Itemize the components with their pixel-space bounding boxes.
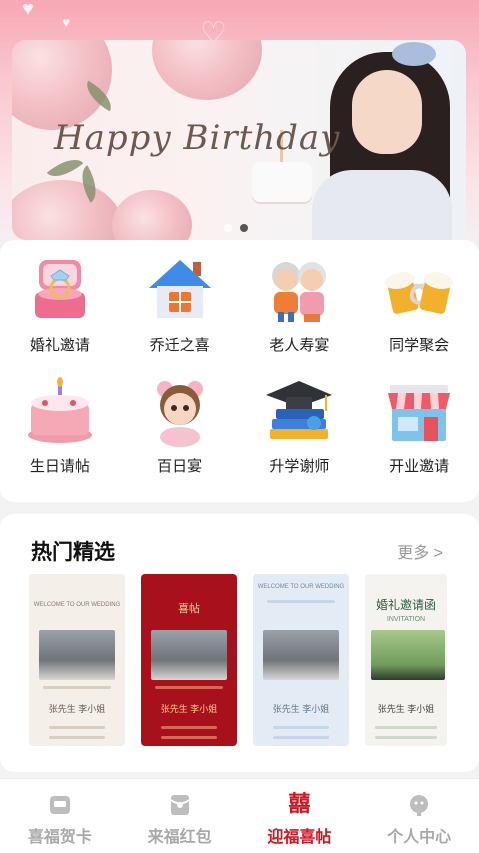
card-icon xyxy=(48,793,72,817)
template-text-line xyxy=(49,736,105,739)
category-label: 开业邀请 xyxy=(389,458,450,475)
promo-banner[interactable]: Happy Birthday xyxy=(12,40,466,240)
double-happiness-icon: 囍 xyxy=(288,792,311,817)
category-grand-opening[interactable]: 开业邀请 xyxy=(359,377,479,476)
category-label: 老人寿宴 xyxy=(269,337,330,354)
template-photo xyxy=(371,630,445,680)
category-label: 婚礼邀请 xyxy=(29,337,90,354)
profile-icon xyxy=(407,793,431,817)
template-text-line xyxy=(161,736,217,739)
category-housewarming[interactable]: 乔迁之喜 xyxy=(120,256,240,355)
template-names: 张先生 李小姐 xyxy=(48,704,106,714)
more-link[interactable]: 更多 > xyxy=(397,539,443,563)
category-label: 生日请帖 xyxy=(29,458,90,475)
tab-label: 迎福喜帖 xyxy=(267,829,332,846)
tab-label: 喜福贺卡 xyxy=(27,829,92,846)
template-card[interactable]: 婚礼邀请函 INVITATION 张先生 李小姐 xyxy=(365,574,447,746)
rose-decoration xyxy=(12,180,122,240)
template-text-line xyxy=(267,600,335,603)
birthday-cake-icon xyxy=(25,377,95,449)
beer-mugs-icon xyxy=(384,256,454,328)
bottom-tab-bar: 喜福贺卡 来福红包 囍 迎福喜帖 个人中心 xyxy=(0,778,479,853)
rose-decoration xyxy=(152,40,262,100)
heart-decoration-icon: ♥ xyxy=(62,14,71,30)
rose-decoration xyxy=(112,190,192,240)
category-class-reunion[interactable]: 同学聚会 xyxy=(359,256,479,355)
carousel-indicator xyxy=(224,224,248,232)
baby-icon xyxy=(145,377,215,449)
template-header: WELCOME TO OUR WEDDING xyxy=(33,602,121,608)
category-label: 升学谢师 xyxy=(269,458,330,475)
heart-decoration-icon: ♥ xyxy=(22,0,34,20)
category-panel: 婚礼邀请 乔迁之喜 老人寿宴 同学聚会 生日请帖 百日宴 升学谢师 开业邀请 xyxy=(0,240,479,502)
category-label: 百日宴 xyxy=(157,458,203,475)
house-icon xyxy=(145,256,215,328)
template-photo xyxy=(151,630,227,680)
hair-bow xyxy=(392,42,436,66)
template-text-line xyxy=(273,726,329,729)
template-text-line xyxy=(49,726,105,729)
cake-image xyxy=(252,162,312,202)
tab-red-envelope[interactable]: 来福红包 xyxy=(120,779,240,853)
template-card[interactable]: WELCOME TO OUR WEDDING 张先生 李小姐 xyxy=(29,574,125,746)
template-card[interactable]: 喜帖 张先生 李小姐 xyxy=(141,574,237,746)
hot-picks-section: 热门精选 更多 > WELCOME TO OUR WEDDING 张先生 李小姐… xyxy=(0,514,479,772)
template-names: 张先生 李小姐 xyxy=(272,704,330,714)
category-wedding[interactable]: 婚礼邀请 xyxy=(0,256,120,355)
category-hundred-day[interactable]: 百日宴 xyxy=(120,377,240,476)
tab-greeting-card[interactable]: 喜福贺卡 xyxy=(0,779,120,853)
template-header: 婚礼邀请函 xyxy=(375,598,436,612)
template-text-line xyxy=(43,686,111,689)
carousel-dot[interactable] xyxy=(224,224,232,232)
red-envelope-icon xyxy=(168,793,192,817)
graduation-cap-icon xyxy=(264,377,334,449)
category-birthday[interactable]: 生日请帖 xyxy=(0,377,120,476)
tab-label: 个人中心 xyxy=(387,829,452,846)
template-text-line xyxy=(375,726,437,729)
category-elderly-banquet[interactable]: 老人寿宴 xyxy=(240,256,360,355)
template-names: 张先生 李小姐 xyxy=(160,704,218,714)
template-header: 喜帖 xyxy=(178,603,200,615)
template-photo xyxy=(39,630,115,680)
elderly-couple-icon xyxy=(264,256,334,328)
rose-decoration xyxy=(12,40,112,130)
template-text-line xyxy=(161,726,217,729)
category-label: 乔迁之喜 xyxy=(149,337,210,354)
section-title: 热门精选 xyxy=(31,541,115,564)
template-photo xyxy=(263,630,339,680)
template-text-line xyxy=(375,736,437,739)
template-text-line xyxy=(273,736,329,739)
photo-person-body xyxy=(312,170,452,240)
template-subheader: INVITATION xyxy=(386,616,426,623)
tab-label: 来福红包 xyxy=(147,829,212,846)
template-names: 张先生 李小姐 xyxy=(377,704,435,714)
category-label: 同学聚会 xyxy=(389,337,450,354)
template-card[interactable]: WELCOME TO OUR WEDDING 张先生 李小姐 xyxy=(253,574,349,746)
storefront-icon xyxy=(384,377,454,449)
tab-profile[interactable]: 个人中心 xyxy=(359,779,479,853)
carousel-dot-active[interactable] xyxy=(240,224,248,232)
ring-box-icon xyxy=(25,256,95,328)
photo-person-face xyxy=(352,70,422,154)
template-text-line xyxy=(155,686,223,689)
tab-invitation[interactable]: 囍 迎福喜帖 xyxy=(240,779,360,853)
banner-title: Happy Birthday xyxy=(54,118,341,158)
template-header: WELCOME TO OUR WEDDING xyxy=(257,584,345,590)
category-graduation[interactable]: 升学谢师 xyxy=(240,377,360,476)
